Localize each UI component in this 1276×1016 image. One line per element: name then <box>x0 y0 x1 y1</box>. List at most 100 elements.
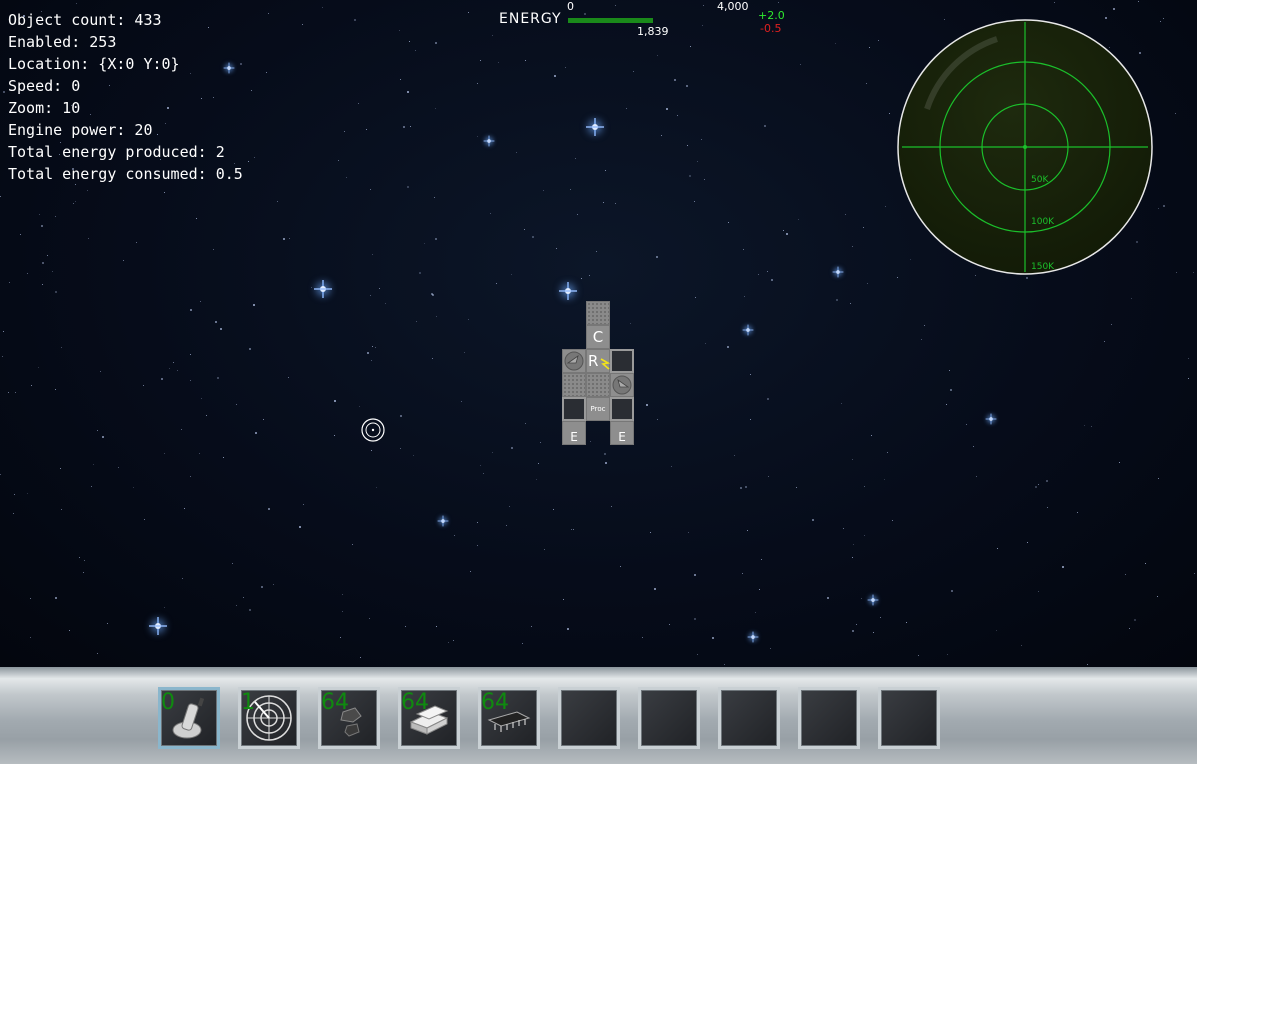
ship-armor-block <box>562 373 586 397</box>
star <box>322 7 323 8</box>
star <box>852 459 853 460</box>
star <box>976 476 977 477</box>
bright-star <box>437 515 449 527</box>
star <box>97 653 98 654</box>
star <box>15 392 16 393</box>
hotbar-slot-9[interactable] <box>798 687 860 749</box>
star <box>669 624 670 625</box>
star <box>1125 574 1126 575</box>
hotbar-slot-1[interactable]: 0 <box>158 687 220 749</box>
star <box>687 145 688 146</box>
star <box>261 586 263 588</box>
star <box>268 508 270 510</box>
star <box>190 354 191 355</box>
star <box>400 415 402 417</box>
star <box>750 374 751 375</box>
star <box>611 506 612 507</box>
star <box>835 43 836 44</box>
star <box>480 60 481 61</box>
star <box>268 13 269 14</box>
energy-bar <box>568 18 753 23</box>
bright-star <box>559 282 577 300</box>
star <box>581 278 582 279</box>
hotbar-slot-10[interactable] <box>878 687 940 749</box>
hotbar-slot-3[interactable]: 64 <box>318 687 380 749</box>
star <box>871 435 872 436</box>
hotbar-slot-5[interactable]: 64 <box>478 687 540 749</box>
star <box>69 630 70 631</box>
star <box>47 255 48 256</box>
star <box>531 626 532 627</box>
star <box>277 201 278 202</box>
star <box>42 262 44 264</box>
star <box>626 108 627 109</box>
star <box>20 234 21 235</box>
star <box>973 446 974 447</box>
star <box>656 256 658 258</box>
star <box>853 544 854 545</box>
player-ship[interactable]: C R Proc E E <box>562 301 635 445</box>
star <box>878 40 879 41</box>
star <box>184 508 185 509</box>
star <box>800 64 801 65</box>
star <box>666 108 668 110</box>
engine-label: E <box>618 430 626 444</box>
hotbar-slot-7[interactable] <box>638 687 700 749</box>
game-viewport[interactable]: Object count: 433 Enabled: 253 Location:… <box>0 0 1197 667</box>
hotbar-slot-4[interactable]: 64 <box>398 687 460 749</box>
star <box>87 190 88 191</box>
star <box>674 79 676 81</box>
star <box>3 91 5 93</box>
star <box>436 316 437 317</box>
star <box>76 3 77 4</box>
star <box>249 609 251 611</box>
star <box>253 304 255 306</box>
hotbar-slot-6[interactable] <box>558 687 620 749</box>
star <box>885 206 886 207</box>
star <box>334 435 335 436</box>
star <box>1077 512 1078 513</box>
star <box>334 400 336 402</box>
star <box>771 279 773 281</box>
star <box>254 157 255 158</box>
radar-ring-label: 50K <box>1031 175 1049 185</box>
star <box>727 346 729 348</box>
slot-count: 1 <box>241 690 255 715</box>
star <box>783 230 784 231</box>
star <box>31 385 32 386</box>
star <box>143 385 144 386</box>
star <box>525 423 526 424</box>
star <box>236 404 237 405</box>
star <box>704 179 705 180</box>
star <box>924 325 925 326</box>
star <box>694 618 696 620</box>
hotbar-slot-2[interactable]: 1 <box>238 687 300 749</box>
star <box>1087 664 1088 665</box>
star <box>516 152 517 153</box>
star <box>144 519 145 520</box>
star <box>311 287 312 288</box>
star <box>861 598 862 599</box>
star <box>1163 18 1164 19</box>
star <box>522 643 523 644</box>
star <box>544 549 545 550</box>
energy-produced-text: Total energy produced: 2 <box>8 143 225 161</box>
star <box>470 571 471 572</box>
star <box>843 528 844 529</box>
star <box>249 348 251 350</box>
star <box>764 125 766 127</box>
star <box>243 597 244 598</box>
star <box>30 598 31 599</box>
energy-max-label: 4,000 <box>717 0 749 13</box>
star <box>375 347 376 348</box>
star <box>358 103 359 104</box>
hotbar-slot-8[interactable] <box>718 687 780 749</box>
star <box>1113 8 1115 10</box>
star <box>97 430 98 431</box>
star <box>1194 573 1195 574</box>
radar-minimap[interactable]: 50K 100K 150K <box>897 19 1153 275</box>
star <box>84 560 85 561</box>
star <box>1158 478 1159 479</box>
star <box>91 486 92 487</box>
star <box>605 462 607 464</box>
